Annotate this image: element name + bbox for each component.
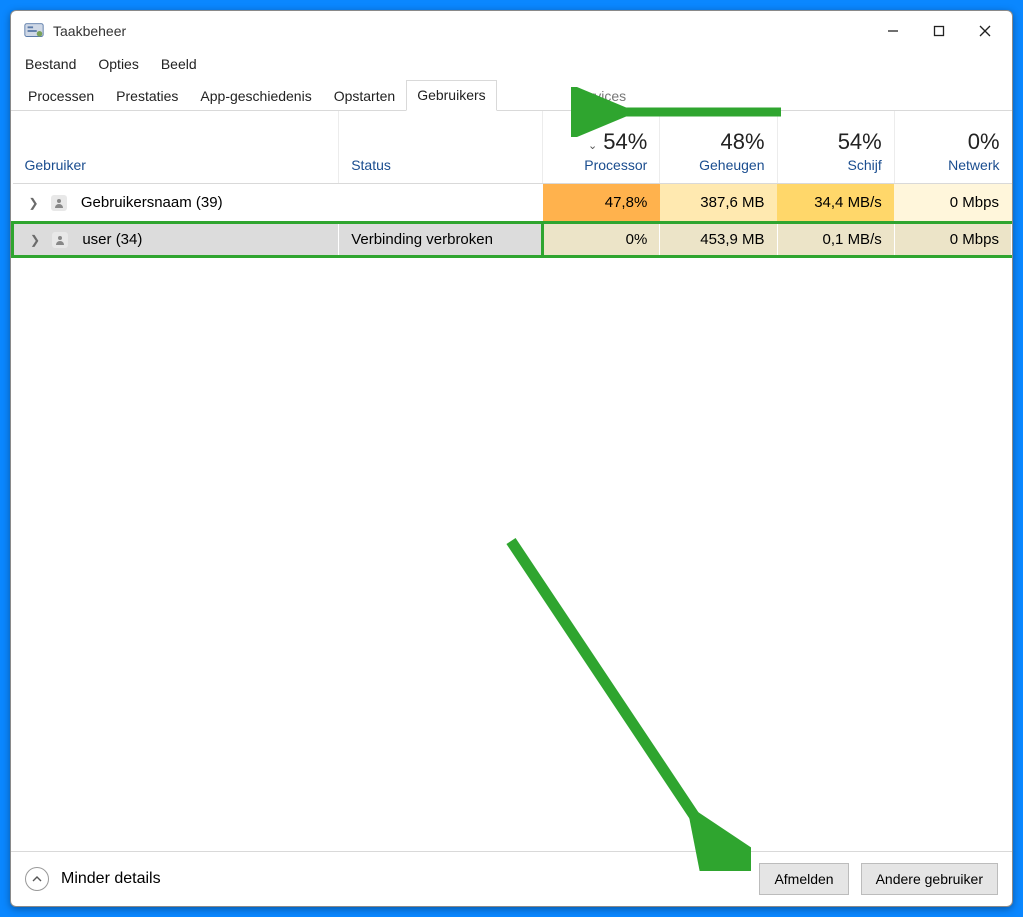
minimize-icon bbox=[887, 25, 899, 37]
titlebar[interactable]: Taakbeheer bbox=[11, 11, 1012, 51]
menu-options[interactable]: Opties bbox=[94, 54, 142, 74]
user-memory: 453,9 MB bbox=[660, 222, 777, 256]
user-icon bbox=[51, 195, 67, 211]
close-button[interactable] bbox=[962, 15, 1008, 47]
user-memory: 387,6 MB bbox=[660, 183, 777, 222]
col-status[interactable]: Status bbox=[339, 111, 543, 183]
close-icon bbox=[979, 25, 991, 37]
tabstrip: Processen Prestaties App-geschiedenis Op… bbox=[11, 77, 1012, 111]
user-cpu: 0% bbox=[543, 222, 660, 256]
user-name: user (34) bbox=[82, 231, 142, 248]
users-panel: Gebruiker Status ⌄ 54% Processor 48% Gehe… bbox=[11, 111, 1012, 852]
tab-services[interactable]: Services bbox=[561, 81, 637, 111]
tab-app-history[interactable]: App-geschiedenis bbox=[189, 81, 322, 111]
user-status bbox=[339, 183, 543, 222]
minimize-button[interactable] bbox=[870, 15, 916, 47]
expand-icon[interactable]: ❯ bbox=[29, 196, 39, 210]
user-icon bbox=[52, 232, 68, 248]
chevron-down-icon: ⌄ bbox=[588, 140, 597, 152]
footer: Minder details Afmelden Andere gebruiker bbox=[11, 852, 1012, 906]
table-row[interactable]: ❯ Gebruikersnaam (39) 47,8% 387,6 MB 34,… bbox=[13, 183, 1012, 222]
col-memory-label: Geheugen bbox=[672, 157, 764, 173]
tab-processes[interactable]: Processen bbox=[17, 81, 105, 111]
maximize-button[interactable] bbox=[916, 15, 962, 47]
col-disk[interactable]: 54% Schijf bbox=[777, 111, 894, 183]
col-cpu[interactable]: ⌄ 54% Processor bbox=[543, 111, 660, 183]
fewer-details-toggle[interactable] bbox=[25, 867, 49, 891]
menu-file[interactable]: Bestand bbox=[21, 54, 80, 74]
maximize-icon bbox=[933, 25, 945, 37]
switch-user-button[interactable]: Andere gebruiker bbox=[861, 863, 998, 895]
col-network-value: 0% bbox=[907, 128, 1000, 157]
user-cpu: 47,8% bbox=[543, 183, 660, 222]
col-network-label: Netwerk bbox=[907, 157, 1000, 173]
table-row[interactable]: ❯ user (34) Verbinding verbroken 0% 453,… bbox=[13, 222, 1012, 256]
col-cpu-label: Processor bbox=[555, 157, 647, 173]
task-manager-icon bbox=[23, 20, 45, 42]
expand-icon[interactable]: ❯ bbox=[30, 233, 40, 247]
col-network[interactable]: 0% Netwerk bbox=[894, 111, 1011, 183]
col-user-label: Gebruiker bbox=[25, 157, 327, 173]
window-title: Taakbeheer bbox=[53, 23, 126, 39]
menubar: Bestand Opties Beeld bbox=[11, 51, 1012, 77]
col-disk-value: 54% bbox=[790, 128, 882, 157]
user-network: 0 Mbps bbox=[894, 222, 1011, 256]
user-name: Gebruikersnaam (39) bbox=[81, 194, 223, 211]
user-network: 0 Mbps bbox=[894, 183, 1011, 222]
chevron-up-icon bbox=[32, 874, 42, 884]
col-disk-label: Schijf bbox=[790, 157, 882, 173]
user-disk: 34,4 MB/s bbox=[777, 183, 894, 222]
col-status-label: Status bbox=[351, 157, 530, 173]
menu-view[interactable]: Beeld bbox=[157, 54, 201, 74]
tab-users[interactable]: Gebruikers bbox=[406, 80, 496, 111]
col-cpu-value: 54% bbox=[603, 129, 647, 154]
user-disk: 0,1 MB/s bbox=[777, 222, 894, 256]
tab-startup[interactable]: Opstarten bbox=[323, 81, 406, 111]
col-user[interactable]: Gebruiker bbox=[13, 111, 339, 183]
tab-performance[interactable]: Prestaties bbox=[105, 81, 189, 111]
users-table: Gebruiker Status ⌄ 54% Processor 48% Gehe… bbox=[11, 111, 1012, 258]
col-memory[interactable]: 48% Geheugen bbox=[660, 111, 777, 183]
user-status: Verbinding verbroken bbox=[339, 222, 543, 256]
task-manager-window: Taakbeheer Bestand Opties Beeld Processe… bbox=[10, 10, 1013, 907]
fewer-details-label[interactable]: Minder details bbox=[61, 870, 161, 888]
sign-out-button[interactable]: Afmelden bbox=[759, 863, 848, 895]
table-header-row: Gebruiker Status ⌄ 54% Processor 48% Gehe… bbox=[13, 111, 1012, 183]
col-memory-value: 48% bbox=[672, 128, 764, 157]
